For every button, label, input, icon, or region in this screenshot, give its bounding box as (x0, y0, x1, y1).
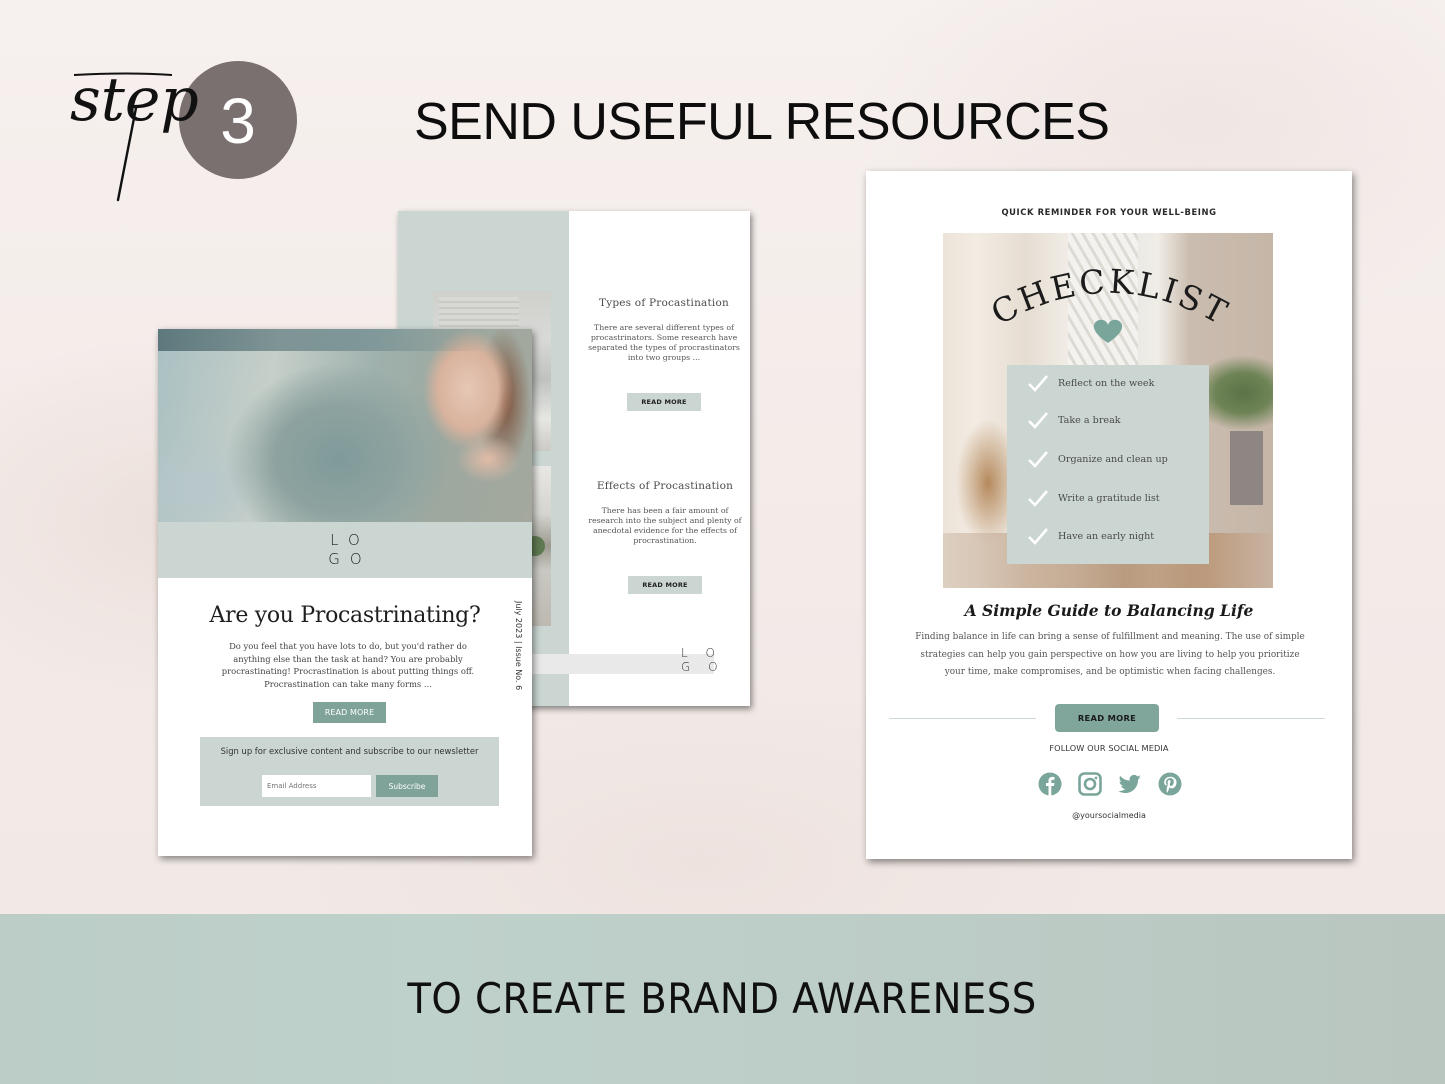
divider-right (1177, 718, 1325, 719)
heart-icon (1093, 319, 1123, 343)
read-more-button[interactable]: READ MORE (1055, 704, 1159, 732)
checklist-email-preview: QUICK REMINDER FOR YOUR WELL-BEING CHECK… (866, 171, 1352, 859)
article-title: Effects of Procastination (596, 480, 734, 492)
guide-title: A Simple Guide to Balancing Life (964, 601, 1254, 620)
read-more-button[interactable]: READ MORE (627, 393, 701, 411)
footer-tagline: TO CREATE BRAND AWARENESS (407, 973, 1038, 1023)
checklist-item-label: Organize and clean up (1058, 453, 1168, 465)
article-body: There has been a fair amount of research… (588, 506, 742, 545)
checklist-item-label: Write a gratitude list (1058, 492, 1160, 504)
email-kicker: QUICK REMINDER FOR YOUR WELL-BEING (1001, 207, 1217, 217)
checklist-item-label: Take a break (1058, 414, 1121, 426)
checklist-box: Reflect on the week Take a break Organiz… (1007, 365, 1209, 564)
facebook-icon[interactable] (1038, 772, 1062, 796)
pinterest-icon[interactable] (1158, 772, 1182, 796)
page-title: SEND USEFUL RESOURCES (414, 93, 1110, 151)
guide-body: Finding balance in life can bring a sens… (915, 632, 1305, 677)
vase-decoration (1230, 431, 1263, 505)
newsletter-front-preview: LOGO Are you Procastrinating? Do you fee… (158, 329, 532, 856)
checkmark-icon (1028, 528, 1048, 545)
newsletter-headline: Are you Procastrinating? (209, 603, 481, 628)
checkmark-icon (1028, 412, 1048, 429)
follow-social-label: FOLLOW OUR SOCIAL MEDIA (1049, 743, 1169, 753)
logo-band: LOGO (158, 522, 532, 578)
newsletter-signup-box: Sign up for exclusive content and subscr… (200, 737, 499, 806)
checkmark-icon (1028, 375, 1048, 392)
divider-left (889, 718, 1036, 719)
logo-placeholder: L OG O (681, 646, 725, 674)
social-icons (1038, 772, 1182, 796)
step-script-lettering: step (70, 65, 199, 202)
step-number: 3 (220, 85, 256, 157)
article-title: Types of Procastination (599, 297, 729, 309)
checklist-item-label: Have an early night (1058, 530, 1155, 542)
subscribe-button[interactable]: Subscribe (376, 775, 438, 797)
checklist-item: Organize and clean up (1027, 449, 1168, 469)
checklist-arc-title: CHECKLIST (985, 262, 1233, 343)
article-section: Effects of Procastination There has been… (580, 480, 750, 594)
footer-band: TO CREATE BRAND AWARENESS (0, 914, 1445, 1084)
issue-label: July 2023 | Issue No. 6 (514, 601, 523, 691)
checklist-item-label: Reflect on the week (1058, 377, 1155, 389)
article-section: Types of Procastination There are severa… (579, 297, 749, 411)
checklist-item: Have an early night (1027, 526, 1154, 546)
twitter-icon[interactable] (1118, 772, 1142, 796)
email-input[interactable] (262, 775, 371, 797)
signup-text: Sign up for exclusive content and subscr… (220, 746, 479, 756)
read-more-button[interactable]: READ MORE (313, 702, 386, 723)
instagram-icon[interactable] (1078, 772, 1102, 796)
checklist-item: Reflect on the week (1027, 373, 1154, 393)
social-handle: @yoursocialmedia (1072, 811, 1146, 820)
checklist-item: Write a gratitude list (1027, 488, 1160, 508)
checkmark-icon (1028, 451, 1048, 468)
logo-placeholder: LOGO (328, 531, 372, 568)
hero-photo (158, 329, 532, 522)
checklist-item: Take a break (1027, 410, 1121, 430)
newsletter-body: Do you feel that you have lots to do, bu… (221, 641, 475, 689)
read-more-button[interactable]: READ MORE (628, 576, 702, 594)
checkmark-icon (1028, 490, 1048, 507)
article-body: There are several different types of pro… (588, 323, 740, 362)
step-script-text: step (70, 65, 199, 135)
